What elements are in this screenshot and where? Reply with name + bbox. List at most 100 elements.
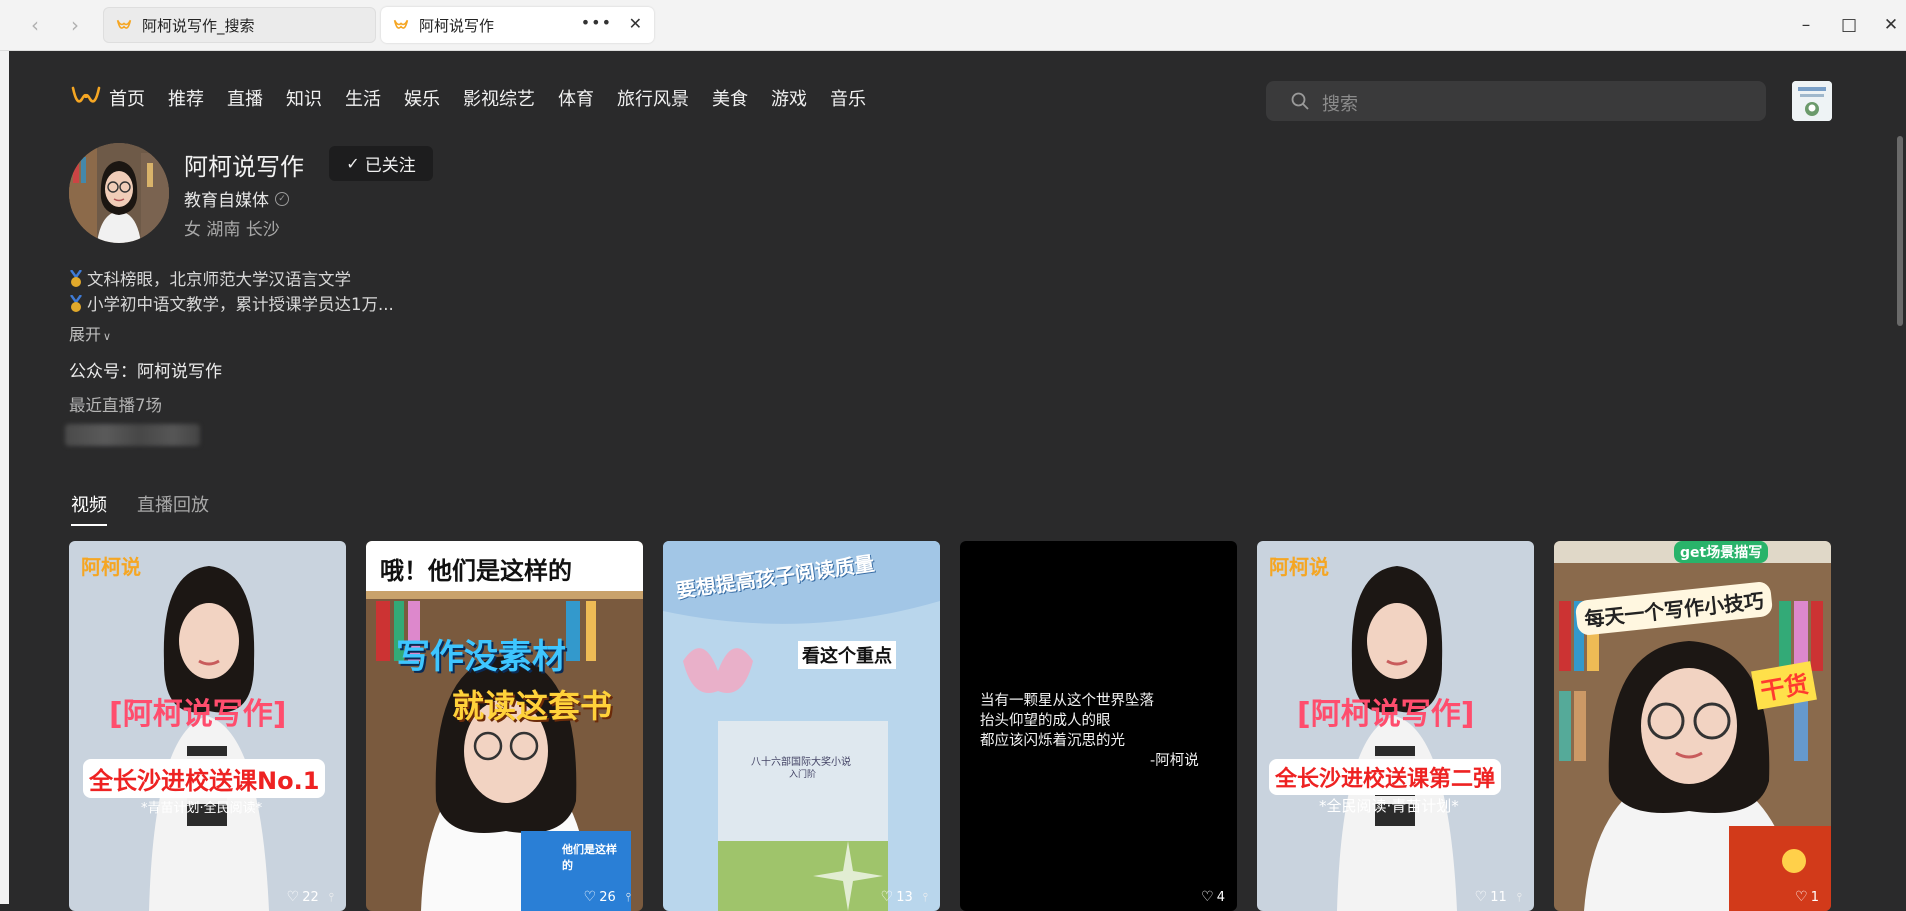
- poster-subtitle-2: *青苗计划·全民阅读*: [141, 801, 263, 816]
- like-number: 13: [896, 889, 913, 905]
- followed-button[interactable]: ✓ 已关注: [329, 146, 433, 181]
- nav-item-games[interactable]: 游戏: [771, 85, 807, 111]
- recent-live-count: 最近直播7场: [69, 396, 162, 415]
- nav-item-recommend[interactable]: 推荐: [168, 85, 204, 111]
- video-card[interactable]: 哦！他们是这样的 写作没素材 就读这套书 他们是这样的 ♡ 26 ⫯: [366, 541, 643, 911]
- window-close-icon[interactable]: ✕: [1880, 14, 1902, 36]
- profile-page: 首页 推荐 直播 知识 生活 娱乐 影视综艺 体育 旅行风景 美食 游戏 音乐 …: [9, 51, 1906, 911]
- kuaishou-favicon-icon: [116, 19, 132, 29]
- bio-line: 文科榜眼，北京师范大学汉语言文学: [87, 270, 351, 289]
- poem-line: 抬头仰望的成人的眼: [980, 713, 1111, 729]
- profile-name: 阿柯说写作: [184, 153, 304, 181]
- tab-search[interactable]: 阿柯说写作_搜索: [103, 7, 376, 43]
- nav-item-live[interactable]: 直播: [227, 85, 263, 111]
- tab-videos[interactable]: 视频: [71, 491, 107, 526]
- like-number: 22: [302, 889, 319, 905]
- medal-icon: [70, 270, 82, 287]
- nav-item-travel[interactable]: 旅行风景: [617, 85, 689, 111]
- nav-item-music[interactable]: 音乐: [830, 85, 866, 111]
- nav-item-sports[interactable]: 体育: [558, 85, 594, 111]
- bio-line: 小学初中语文教学，累计授课学员达1万...: [87, 295, 394, 314]
- pin-icon: ⫯: [1516, 889, 1522, 904]
- medal-icon: [70, 295, 82, 312]
- user-avatar[interactable]: [1792, 81, 1832, 121]
- minimize-icon[interactable]: –: [1795, 14, 1817, 36]
- heart-icon: ♡: [1474, 889, 1488, 905]
- like-number: 4: [1216, 889, 1225, 905]
- heart-icon: ♡: [1795, 889, 1808, 905]
- book-subtitle: 入门阶: [789, 770, 817, 780]
- like-count: ♡ 4: [1201, 889, 1225, 905]
- poster-title: [阿柯说写作]: [1297, 697, 1475, 732]
- video-card[interactable]: get场景描写 每天一个写作小技巧 干货 ♡ 1: [1554, 541, 1831, 911]
- poster-badge: get场景描写: [1674, 541, 1769, 563]
- poster-title: [阿柯说写作]: [109, 697, 287, 732]
- profile-bio: 文科榜眼，北京师范大学汉语言文学 小学初中语文教学，累计授课学员达1万...: [69, 267, 394, 317]
- profile-location: 女 湖南 长沙: [184, 220, 280, 240]
- video-card[interactable]: 当有一颗星从这个世界坠落 抬头仰望的成人的眼 都应该闪烁着沉思的光 -阿柯说 ♡…: [960, 541, 1237, 911]
- nav-item-home[interactable]: 首页: [109, 85, 145, 111]
- video-grid: 阿柯说 [阿柯说写作] 全长沙进校送课No.1 *青苗计划·全民阅读* ♡ 22 ⫯…: [69, 541, 1851, 911]
- like-number: 11: [1490, 889, 1507, 905]
- nav-item-food[interactable]: 美食: [712, 85, 748, 111]
- pin-icon: ⫯: [625, 889, 631, 904]
- blurred-info: [65, 424, 200, 446]
- close-icon[interactable]: ✕: [629, 14, 642, 33]
- heart-icon: ♡: [286, 889, 300, 905]
- nav-item-knowledge[interactable]: 知识: [286, 85, 322, 111]
- poem-author: -阿柯说: [1150, 753, 1199, 769]
- official-account: 公众号：阿柯说写作: [69, 362, 222, 382]
- poem-text: 当有一颗星从这个世界坠落 抬头仰望的成人的眼 都应该闪烁着沉思的光 -阿柯说: [980, 691, 1199, 771]
- search-input[interactable]: 搜索: [1266, 81, 1766, 121]
- poster-brand: 阿柯说: [81, 555, 141, 579]
- poster-line-1: 写作没素材: [396, 637, 566, 677]
- chevron-down-icon: ∨: [103, 330, 112, 343]
- check-icon: ✓: [346, 154, 360, 173]
- search-icon: [1291, 92, 1309, 110]
- heart-icon: ♡: [583, 889, 597, 905]
- like-number: 1: [1810, 889, 1819, 905]
- poster-brand: 阿柯说: [1269, 555, 1329, 579]
- verified-icon: ✓: [275, 191, 289, 206]
- certification-text: 教育自媒体: [184, 191, 269, 211]
- tab-live-replay[interactable]: 直播回放: [137, 491, 209, 526]
- content-tabs: 视频 直播回放: [71, 491, 239, 526]
- poster-note: 看这个重点: [798, 641, 896, 669]
- followed-label: 已关注: [364, 156, 416, 176]
- pin-icon: ⫯: [922, 889, 928, 904]
- user-avatar-image: [1792, 81, 1832, 121]
- video-card[interactable]: 要想提高孩子阅读质量 看这个重点 八十六部国际大奖小说 入门阶 ♡ 13 ⫯: [663, 541, 940, 911]
- like-count: ♡ 13 ⫯: [881, 889, 928, 905]
- like-number: 26: [599, 889, 616, 905]
- expand-label: 展开: [69, 325, 102, 344]
- profile-photo: [69, 143, 169, 243]
- tab-label: 阿柯说写作: [419, 16, 495, 35]
- side-strip: [0, 51, 9, 904]
- search-placeholder: 搜索: [1322, 94, 1358, 115]
- poem-line: 都应该闪烁着沉思的光: [980, 733, 1125, 749]
- like-count: ♡ 1: [1795, 889, 1819, 905]
- nav-item-film-tv[interactable]: 影视综艺: [463, 85, 535, 111]
- back-arrow-icon[interactable]: ‹: [22, 12, 48, 38]
- poster-subtitle: 全长沙进校送课第二弹: [1269, 759, 1502, 795]
- certification: 教育自媒体 ✓: [184, 186, 289, 211]
- heart-icon: ♡: [1201, 889, 1214, 905]
- tab-profile[interactable]: 阿柯说写作 ••• ✕: [381, 7, 654, 43]
- video-card[interactable]: 阿柯说 [阿柯说写作] 全长沙进校送课第二弹 *全民阅读·青苗计划* ♡ 11 ⫯: [1257, 541, 1534, 911]
- like-count: ♡ 26 ⫯: [584, 889, 631, 905]
- poster-subtitle-2: *全民阅读·青苗计划*: [1319, 797, 1459, 815]
- kuaishou-logo-icon[interactable]: [71, 85, 101, 111]
- nav-item-entertainment[interactable]: 娱乐: [404, 85, 440, 111]
- forward-arrow-icon[interactable]: ›: [62, 12, 88, 38]
- tab-label: 阿柯说写作_搜索: [142, 16, 255, 35]
- like-count: ♡ 11 ⫯: [1475, 889, 1522, 905]
- video-card[interactable]: 阿柯说 [阿柯说写作] 全长沙进校送课No.1 *青苗计划·全民阅读* ♡ 22 ⫯: [69, 541, 346, 911]
- kuaishou-favicon-icon: [393, 19, 409, 29]
- expand-bio-button[interactable]: 展开 ∨: [69, 321, 111, 345]
- maximize-icon[interactable]: □: [1838, 14, 1860, 36]
- like-count: ♡ 22 ⫯: [287, 889, 334, 905]
- poem-line: 当有一颗星从这个世界坠落: [980, 693, 1154, 709]
- nav-item-life[interactable]: 生活: [345, 85, 381, 111]
- more-icon[interactable]: •••: [581, 13, 612, 32]
- page-scrollbar[interactable]: [1897, 136, 1903, 326]
